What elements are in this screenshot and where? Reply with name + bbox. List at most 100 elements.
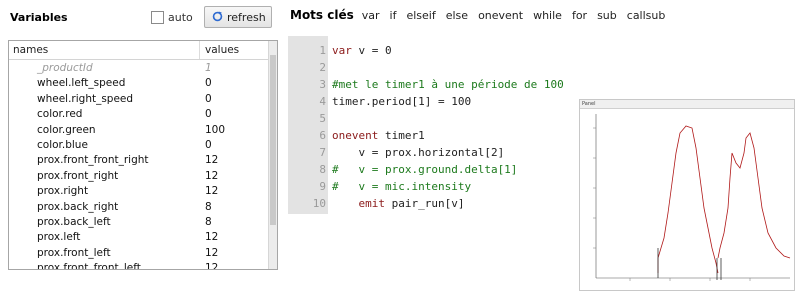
table-row[interactable]: color.green 100: [9, 123, 271, 138]
variable-name: prox.left: [37, 231, 81, 244]
keyword-var-button[interactable]: var: [362, 9, 380, 22]
table-scrollbar[interactable]: [268, 41, 277, 269]
table-row[interactable]: prox.right 12: [9, 184, 271, 199]
refresh-label: refresh: [227, 11, 266, 24]
code-line: # v = mic.intensity: [332, 180, 471, 193]
code-line: v = prox.horizontal[2]: [332, 146, 504, 159]
plot-axes: [595, 114, 790, 279]
table-header: names values: [9, 41, 271, 60]
plot-spikes: [657, 248, 722, 280]
line-number: 4: [319, 95, 326, 108]
keyword-while-button[interactable]: while: [533, 9, 562, 22]
column-header-names[interactable]: names: [13, 44, 48, 56]
variable-name: prox.right: [37, 185, 89, 198]
code-comment: # v = mic.intensity: [332, 180, 472, 193]
table-rows: _productId 1 wheel.left_speed 0 wheel.righ…: [9, 61, 271, 270]
table-row[interactable]: color.blue 0: [9, 138, 271, 153]
code-line: #met le timer1 à une période de 100: [332, 78, 564, 91]
table-row[interactable]: wheel.left_speed 0: [9, 76, 271, 91]
x-axis-ticks: [629, 278, 751, 281]
variable-name: prox.front_right: [37, 169, 119, 182]
variable-value: 0: [205, 108, 212, 121]
plot-tab-label: Panel: [582, 101, 596, 107]
table-row[interactable]: prox.front_front_left 12: [9, 261, 271, 270]
auto-label: auto: [168, 11, 193, 24]
keywords-title: Mots clés: [290, 8, 354, 22]
keyword-elseif-button[interactable]: elseif: [406, 9, 435, 22]
code-line: var v = 0: [332, 44, 392, 57]
line-number: 1: [319, 44, 326, 57]
code-comment: # v = prox.ground.delta[1]: [332, 163, 518, 176]
line-number: 2: [319, 61, 326, 74]
variables-panel: Variables auto refresh names values _pro…: [0, 0, 280, 291]
code-keyword: onevent: [332, 129, 379, 142]
code-line: timer.period[1] = 100: [332, 95, 471, 108]
refresh-button[interactable]: refresh: [204, 6, 272, 28]
variable-name: prox.front_front_left: [37, 262, 141, 270]
variable-value: 8: [205, 200, 212, 213]
code-text: pair_run[v]: [384, 197, 465, 210]
refresh-icon: [212, 11, 223, 22]
variable-value: 12: [205, 185, 219, 198]
column-divider[interactable]: [199, 41, 200, 59]
keyword-sub-button[interactable]: sub: [597, 9, 617, 22]
line-number: 5: [319, 112, 326, 125]
line-number: 7: [319, 146, 326, 159]
variable-value: 12: [205, 246, 219, 259]
code-keyword: var: [332, 44, 352, 57]
keywords-toolbar: Mots clés var if elseif else onevent while for s…: [284, 8, 675, 28]
table-row[interactable]: color.red 0: [9, 107, 271, 122]
variable-name: prox.back_left: [37, 215, 111, 228]
variable-value: 0: [205, 138, 212, 151]
plot-series-line: [657, 125, 791, 274]
keyword-else-button[interactable]: else: [446, 9, 468, 22]
plot-canvas: [593, 114, 791, 281]
table-row[interactable]: wheel.right_speed 0: [9, 92, 271, 107]
variable-name: color.blue: [37, 138, 88, 151]
editor-area: Mots clés var if elseif else onevent while for s…: [284, 0, 795, 291]
variables-title: Variables: [10, 11, 68, 24]
code-text: v = prox.horizontal[2]: [332, 146, 505, 159]
code-line: onevent timer1: [332, 129, 425, 142]
variable-name: prox.front_left: [37, 246, 111, 259]
variables-table[interactable]: names values _productId 1 wheel.left_spee…: [8, 40, 278, 270]
table-row[interactable]: prox.left 12: [9, 230, 271, 245]
code-comment: #met le timer1 à une période de 100: [332, 78, 564, 91]
variable-value: 12: [205, 262, 219, 270]
variable-value: 12: [205, 231, 219, 244]
variable-name: color.green: [37, 123, 96, 136]
code-text: timer1: [378, 129, 425, 142]
line-number: 6: [319, 129, 326, 142]
auto-checkbox[interactable]: [151, 11, 164, 24]
code-keyword: emit: [332, 197, 385, 210]
variable-value: 12: [205, 169, 219, 182]
code-text: timer.period[1] = 100: [332, 95, 472, 108]
line-number: 9: [319, 180, 326, 193]
line-number: 10: [312, 197, 326, 210]
variable-value: 1: [205, 62, 212, 74]
variable-name: color.red: [37, 108, 83, 121]
scrollbar-thumb[interactable]: [270, 55, 276, 225]
variable-value: 8: [205, 215, 212, 228]
table-row[interactable]: _productId 1: [9, 61, 271, 76]
variable-value: 0: [205, 92, 212, 105]
column-header-values[interactable]: values: [205, 44, 239, 56]
plot-window[interactable]: Panel: [579, 99, 795, 291]
keyword-onevent-button[interactable]: onevent: [478, 9, 523, 22]
line-number: 8: [319, 163, 326, 176]
table-row[interactable]: prox.back_left 8: [9, 215, 271, 230]
table-row[interactable]: prox.front_left 12: [9, 246, 271, 261]
table-row[interactable]: prox.front_front_right 12: [9, 153, 271, 168]
table-row[interactable]: prox.back_right 8: [9, 200, 271, 215]
table-row[interactable]: prox.front_right 12: [9, 169, 271, 184]
line-number: 3: [319, 78, 326, 91]
code-line: # v = prox.ground.delta[1]: [332, 163, 517, 176]
variable-value: 12: [205, 154, 219, 167]
variable-value: 100: [205, 123, 226, 136]
variable-name: wheel.left_speed: [37, 77, 126, 90]
keyword-if-button[interactable]: if: [390, 9, 397, 22]
keyword-callsub-button[interactable]: callsub: [627, 9, 666, 22]
line-number-gutter: 1 2 3 4 5 6 7 8 9 10: [288, 36, 328, 214]
variable-name: wheel.right_speed: [37, 92, 134, 105]
keyword-for-button[interactable]: for: [572, 9, 587, 22]
